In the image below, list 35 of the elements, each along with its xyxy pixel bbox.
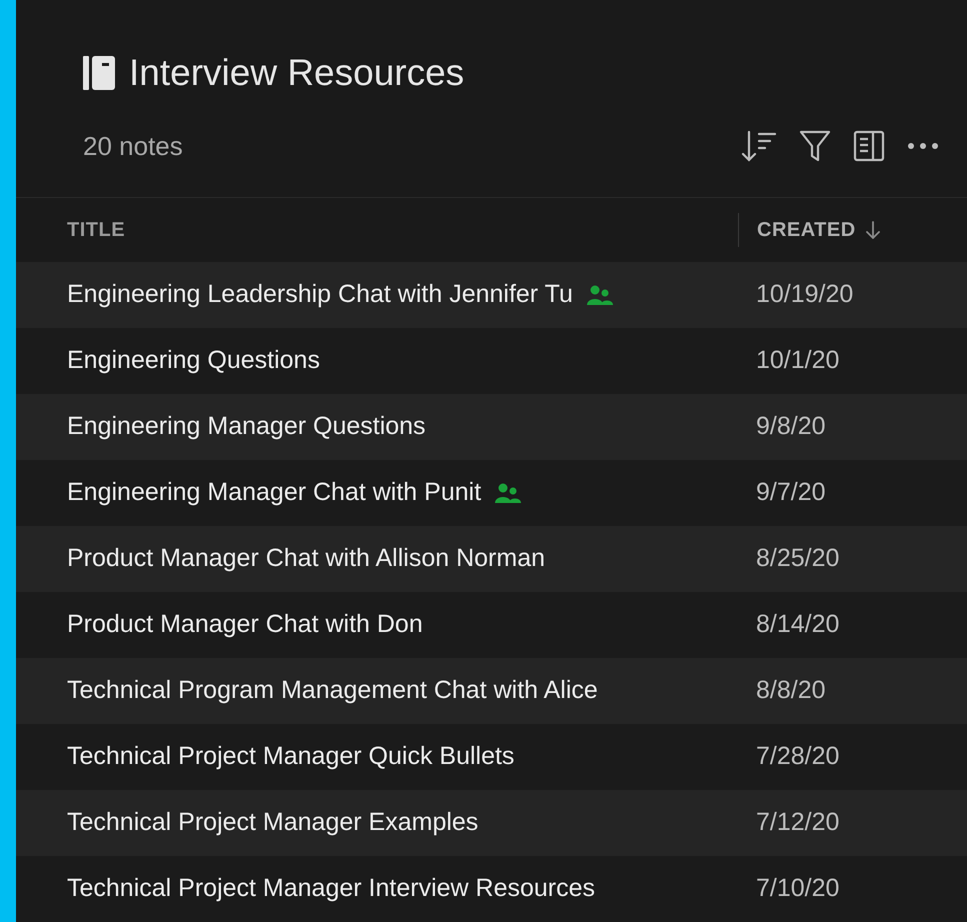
note-title: Technical Project Manager Interview Resources [67,873,596,904]
note-row[interactable]: Engineering Leadership Chat with Jennifer Tu 10/19/20 [16,262,967,328]
filter-icon[interactable] [799,129,831,164]
note-title: Engineering Questions [67,345,320,376]
created-date: 7/12/20 [755,807,840,838]
created-date: 8/8/20 [755,675,826,706]
column-header[interactable]: TITLE [67,214,126,245]
note-title: Engineering Manager Questions [67,411,426,442]
created-date: 7/10/20 [755,873,840,904]
created-date: 8/25/20 [755,543,840,574]
note-title: Engineering Leadership Chat with Jennifer Tu [67,279,573,310]
note-title: Engineering Manager Chat with Punit [67,477,482,508]
note-title: Technical Project Manager Examples [67,807,478,838]
created-date: 7/28/20 [755,741,840,772]
more-icon[interactable] [907,142,939,150]
sort-down-icon [866,220,880,239]
column-header[interactable]: CREATED [757,214,880,245]
note-title: Technical Program Management Chat with Alice [67,675,598,706]
created-date: 8/14/20 [755,609,840,640]
created-date: 10/1/20 [755,345,840,376]
note-count: 20 notes [83,130,184,163]
created-date: 9/8/20 [755,411,826,442]
note-title: Product Manager Chat with Allison Norman [67,543,546,574]
created-date: 9/7/20 [755,477,826,508]
note-row[interactable]: Technical Program Management Chat with Alice 8/8/20 [16,658,967,724]
note-row[interactable]: Product Manager Chat with Allison Norman 8/25/20 [16,526,967,592]
notebook-icon [83,56,115,90]
note-title: Product Manager Chat with Don [67,609,423,640]
notebook-title: Interview Resources [129,54,464,92]
note-row[interactable]: Engineering Manager Questions 9/8/20 [16,394,967,460]
layout-icon[interactable] [853,129,885,164]
sort-icon[interactable] [741,129,777,164]
created-date: 10/19/20 [755,279,854,310]
note-title: Technical Project Manager Quick Bullets [67,741,514,772]
note-row[interactable]: Technical Project Manager Examples 7/12/20 [16,790,967,856]
